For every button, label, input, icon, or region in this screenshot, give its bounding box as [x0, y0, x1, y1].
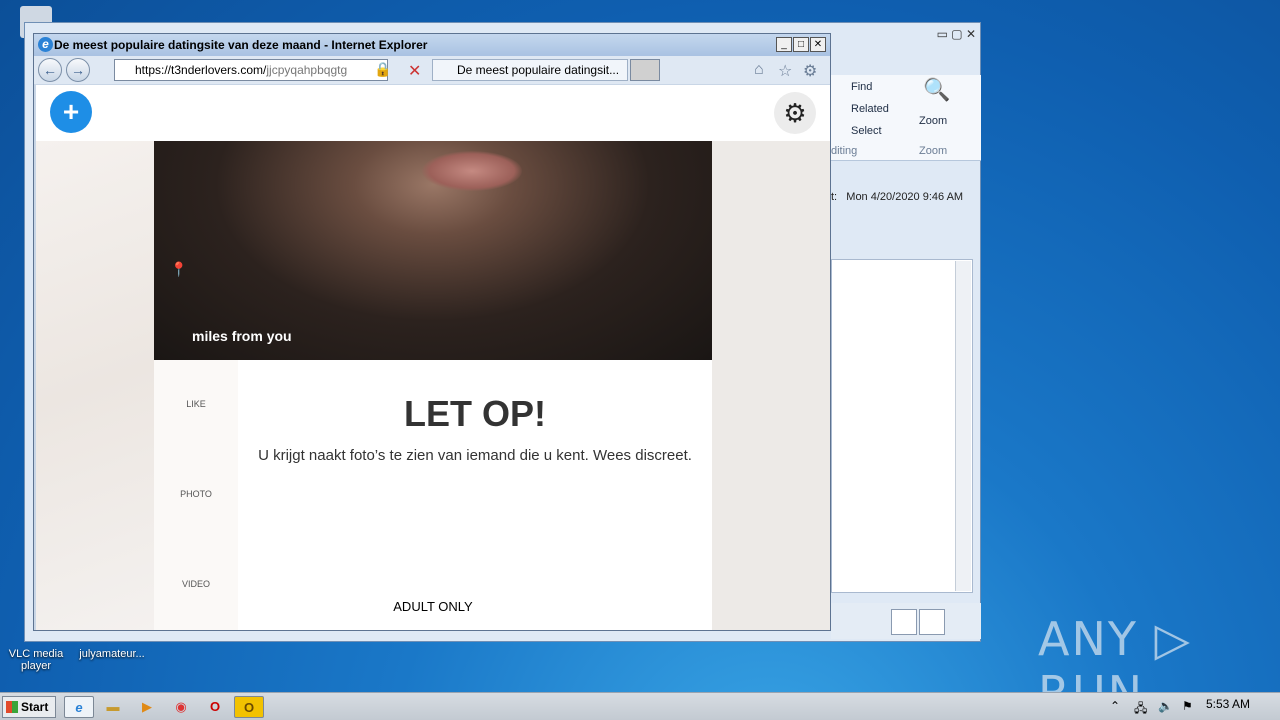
tray-arrow-icon[interactable]: ⌃ [1110, 699, 1120, 713]
site-logo-icon[interactable]: + [50, 91, 92, 133]
taskbar-media-icon[interactable]: ▶ [132, 696, 162, 718]
find-button[interactable]: Find [851, 81, 872, 93]
favorites-icon[interactable]: ☆ [778, 61, 792, 81]
home-icon[interactable]: ⌂ [754, 61, 764, 79]
minimize-button[interactable]: _ [776, 37, 792, 52]
close-button[interactable]: ✕ [810, 37, 826, 52]
background-right [712, 141, 830, 630]
profile-photo: 📍 miles from you [154, 141, 712, 360]
ie-logo-icon: e [38, 37, 53, 52]
outlook-window-controls[interactable]: ▭ ▢ ✕ [937, 27, 976, 41]
distance-label: miles from you [192, 328, 292, 344]
zoom-icon[interactable]: 🔍 [923, 77, 950, 103]
action-column: LIKE PHOTO VIDEO [154, 360, 238, 630]
group-editing-label: diting [831, 145, 858, 157]
background-left [36, 141, 154, 630]
photo-button[interactable]: PHOTO [154, 489, 238, 499]
taskbar-opera-icon[interactable]: O [200, 696, 230, 718]
volume-icon[interactable]: 🔈 [1158, 699, 1173, 713]
outlook-ribbon: Find Related Select 🔍 Zoom diting Zoom [831, 75, 981, 161]
photo-detail [422, 151, 522, 191]
zoom-button[interactable]: Zoom [919, 115, 947, 127]
settings-icon[interactable]: ⚙ [774, 92, 816, 134]
avatar[interactable] [919, 609, 945, 635]
page-content: + ⚙ 📍 miles from you LIKE PHOTO VIDEO LE… [36, 85, 830, 630]
start-button[interactable]: Start [2, 696, 56, 718]
window-title: De meest populaire datingsite van deze m… [54, 38, 428, 52]
warning-heading: LET OP! [404, 393, 546, 434]
maximize-button[interactable]: □ [793, 37, 809, 52]
related-button[interactable]: Related [851, 103, 889, 115]
scrollbar[interactable] [955, 261, 971, 591]
ie-window: e De meest populaire datingsite van deze… [33, 33, 831, 631]
adult-only-button[interactable]: ADULT ONLY [154, 599, 712, 614]
network-icon[interactable]: 🖧 [1134, 699, 1147, 720]
desktop-icon-label: VLC media player [8, 648, 64, 672]
address-bar[interactable]: https://t3nderlovers.com/jjcpyqahpbqgtg [114, 59, 388, 81]
forward-button[interactable]: → [66, 58, 90, 82]
system-tray: ⌃ 🖧 🔈 ⚑ [1104, 696, 1280, 718]
taskbar-ie-icon[interactable]: e [64, 696, 94, 718]
flag-icon[interactable]: ⚑ [1182, 699, 1193, 713]
new-tab-button[interactable] [630, 59, 660, 81]
stop-icon[interactable]: ✕ [408, 61, 421, 81]
taskbar-outlook-icon[interactable]: O [234, 696, 264, 718]
lock-icon[interactable]: 🔒 [374, 61, 391, 78]
sent-date: t: Mon 4/20/2020 9:46 AM [831, 191, 964, 203]
desktop-icon-label: julyamateur... [79, 648, 145, 660]
location-pin-icon: 📍 [170, 261, 188, 277]
site-header: + ⚙ [36, 85, 830, 141]
taskbar: Start e ▬ ▶ ◉ O O ⌃ 🖧 🔈 ⚑ 5:53 AM [0, 692, 1280, 720]
warning-message: U krijgt naakt foto’s te zien van iemand… [258, 447, 692, 464]
taskbar-chrome-icon[interactable]: ◉ [166, 696, 196, 718]
ie-titlebar[interactable]: e De meest populaire datingsite van deze… [34, 34, 830, 56]
tab-active[interactable]: De meest populaire datingsit... [432, 59, 628, 81]
like-button[interactable]: LIKE [154, 399, 238, 409]
group-zoom-label: Zoom [919, 145, 948, 157]
video-button[interactable]: VIDEO [154, 579, 238, 589]
tools-icon[interactable]: ⚙ [803, 61, 817, 81]
select-button[interactable]: Select [851, 125, 882, 137]
taskbar-explorer-icon[interactable]: ▬ [98, 696, 128, 718]
message-body[interactable] [831, 259, 973, 593]
back-button[interactable]: ← [38, 58, 62, 82]
clock[interactable]: 5:53 AM [1206, 697, 1250, 711]
avatar[interactable] [891, 609, 917, 635]
people-pane [831, 603, 981, 639]
ie-navbar: ← → https://t3nderlovers.com/jjcpyqahpbq… [34, 56, 830, 84]
windows-flag-icon [6, 701, 18, 713]
